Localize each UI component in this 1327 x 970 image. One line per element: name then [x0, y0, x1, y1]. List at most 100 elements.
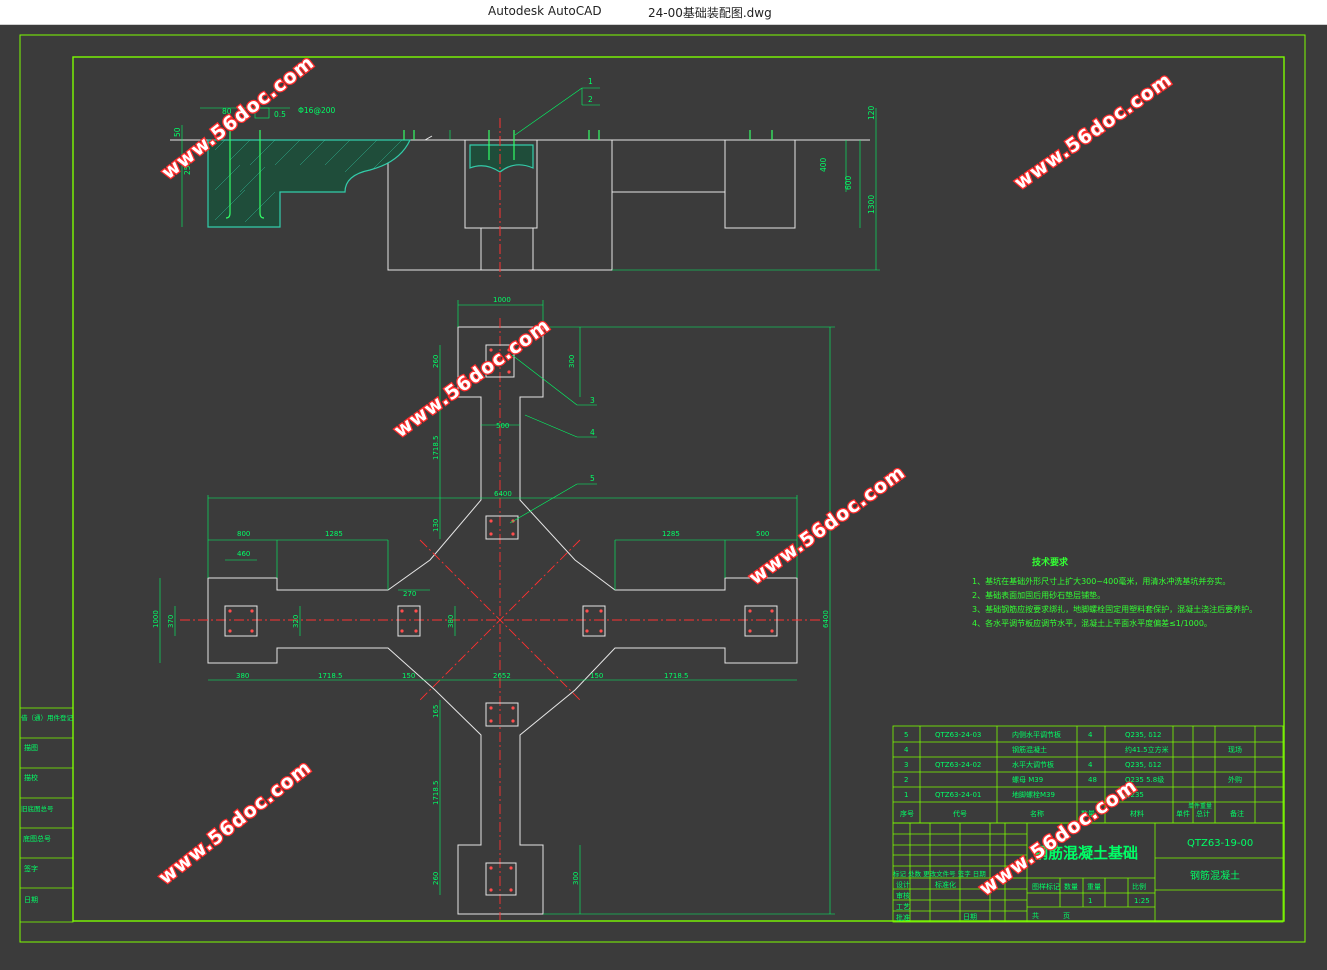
label-approve: 批准 — [896, 913, 910, 922]
leader-3: 3 — [590, 396, 595, 405]
dim-165: 165 — [432, 705, 440, 718]
tech-item-2: 2、基础表面加固后用砂石垫层铺垫。 — [972, 590, 1105, 600]
drawing-canvas[interactable]: 80 0.5 Φ16@200 250 50 400 600 1300 120 1… — [0, 25, 1327, 970]
side-item-1: 借（通）用件登记 — [21, 713, 74, 722]
dim-260-top: 260 — [432, 355, 440, 368]
bom-row-4-name: 螺母 M39 — [1012, 775, 1043, 784]
dim-260-bottom: 260 — [432, 872, 440, 885]
bom-row-1-code: QTZ63-24-03 — [935, 731, 981, 739]
dim-500: 500 — [496, 422, 509, 430]
dim-6400: 6400 — [494, 490, 512, 498]
bom-row-2-no: 4 — [904, 746, 909, 754]
dim-1300: 1300 — [867, 195, 876, 214]
bom-row-4-no: 2 — [904, 776, 908, 784]
label-design: 设计 — [896, 880, 910, 889]
side-item-5: 底图总号 — [23, 834, 51, 843]
bom-row-3-no: 3 — [904, 761, 908, 769]
bom-row-2-name: 钢筋混凝土 — [1012, 745, 1047, 754]
bom-row-3-name: 水平大调节板 — [1012, 760, 1054, 769]
tech-item-1: 1、基坑在基础外形尺寸上扩大300~400毫米，用清水冲洗基坑并夯实。 — [972, 576, 1230, 586]
dim-1718-left: 1718.5 — [318, 672, 343, 680]
app-name: Autodesk AutoCAD — [488, 4, 602, 18]
dim-380-left-bottom: 380 — [236, 672, 249, 680]
bom-header-note: 备注 — [1230, 809, 1244, 818]
label-check: 审核 — [896, 891, 910, 900]
dim-130: 130 — [432, 519, 440, 532]
dim-320: 320 — [292, 615, 300, 628]
bom-row-1-qty: 4 — [1088, 731, 1093, 739]
revision-header: 标记 处数 更改文件号 签字 日期 — [893, 869, 986, 878]
dim-300-bottom: 300 — [572, 872, 580, 885]
label-qty: 数量 — [1064, 882, 1078, 891]
side-item-3: 描校 — [24, 773, 38, 782]
label-page: 页 — [1063, 912, 1070, 920]
dim-6400-vertical: 6400 — [822, 610, 830, 628]
bom-row-5-name: 地脚螺栓M39 — [1012, 790, 1055, 799]
label-scale: 比例 — [1132, 882, 1146, 891]
dim-800-left: 800 — [237, 530, 250, 538]
side-item-6: 签字 — [24, 864, 38, 873]
dim-150-left: 150 — [402, 672, 415, 680]
dim-120: 120 — [867, 105, 876, 120]
bom-row-1-name: 内侧水平调节板 — [1012, 730, 1061, 739]
dim-1000: 1000 — [493, 296, 511, 304]
dim-370: 370 — [167, 615, 175, 628]
bom-row-4-note: 外购 — [1228, 775, 1242, 784]
dim-1000-vertical: 1000 — [152, 610, 160, 628]
canvas-background — [0, 25, 1327, 970]
window-title-bar: Autodesk AutoCAD 24-00基础装配图.dwg — [0, 0, 1327, 25]
bom-row-5-code: QTZ63-24-01 — [935, 791, 981, 799]
dim-1285-left: 1285 — [325, 530, 343, 538]
leader-4: 4 — [590, 428, 595, 437]
bom-row-1-no: 5 — [904, 731, 908, 739]
bom-row-1-material: Q235, δ12 — [1125, 731, 1162, 739]
bom-header-single: 单件 — [1176, 809, 1190, 818]
dim-2652: 2652 — [493, 672, 511, 680]
label-sheet: 共 — [1032, 911, 1039, 920]
tech-title: 技术要求 — [1032, 556, 1069, 568]
bom-header-name: 名称 — [1030, 809, 1044, 818]
dim-150-right: 150 — [590, 672, 603, 680]
bom-header-code: 代号 — [953, 809, 967, 818]
drawing-number: QTZ63-19-00 — [1187, 838, 1253, 849]
side-item-7: 日期 — [24, 896, 38, 904]
drawing-material: 钢筋混凝土 — [1190, 869, 1240, 882]
dim-300-top: 300 — [568, 355, 576, 368]
label-craft: 工艺 — [896, 903, 910, 911]
label-stage: 图样标记 — [1032, 882, 1060, 891]
dim-500-right: 500 — [756, 530, 769, 538]
tech-item-3: 3、基础钢筋应按要求绑扎，地脚螺栓固定用塑料套保护，混凝土浇注后要养护。 — [972, 604, 1257, 614]
dim-1718-top: 1718.5 — [432, 436, 440, 461]
dim-50: 50 — [173, 127, 182, 137]
bom-row-4-qty: 48 — [1088, 776, 1097, 784]
bom-row-2-note: 现场 — [1228, 745, 1242, 754]
leader-5: 5 — [590, 474, 595, 483]
dim-600: 600 — [844, 175, 853, 190]
dim-270: 270 — [403, 590, 416, 598]
label-weight: 重量 — [1087, 883, 1101, 891]
bom-row-2-material: 约41.5立方米 — [1125, 745, 1169, 754]
dim-0-5: 0.5 — [274, 110, 286, 119]
dim-400: 400 — [819, 157, 828, 172]
side-item-2: 描图 — [24, 743, 38, 752]
bom-row-3-material: Q235, δ12 — [1125, 761, 1162, 769]
dim-460: 460 — [237, 550, 250, 558]
document-name: 24-00基础装配图.dwg — [648, 6, 772, 20]
dim-380: 380 — [447, 615, 455, 628]
tech-item-4: 4、各水平调节板应调节水平，混凝土上平面水平度偏差≤1/1000。 — [972, 618, 1212, 628]
bom-row-3-code: QTZ63-24-02 — [935, 761, 981, 769]
bom-header-no: 序号 — [900, 809, 914, 818]
bom-header-material: 材料 — [1130, 809, 1144, 818]
label-std: 标准化 — [935, 880, 956, 889]
value-scale: 1:25 — [1134, 897, 1150, 905]
dim-1718-bottom: 1718.5 — [432, 781, 440, 806]
value-qty: 1 — [1088, 897, 1092, 905]
side-item-4: 旧底图总号 — [21, 804, 54, 813]
dim-1718-right: 1718.5 — [664, 672, 689, 680]
dim-1285-right: 1285 — [662, 530, 680, 538]
bom-row-5-no: 1 — [904, 791, 908, 799]
bom-header-total: 总计 — [1196, 809, 1210, 818]
leader-2: 2 — [588, 95, 593, 104]
bom-header-unit-weight: 单件重量 — [1188, 802, 1212, 810]
leader-1: 1 — [588, 77, 593, 86]
